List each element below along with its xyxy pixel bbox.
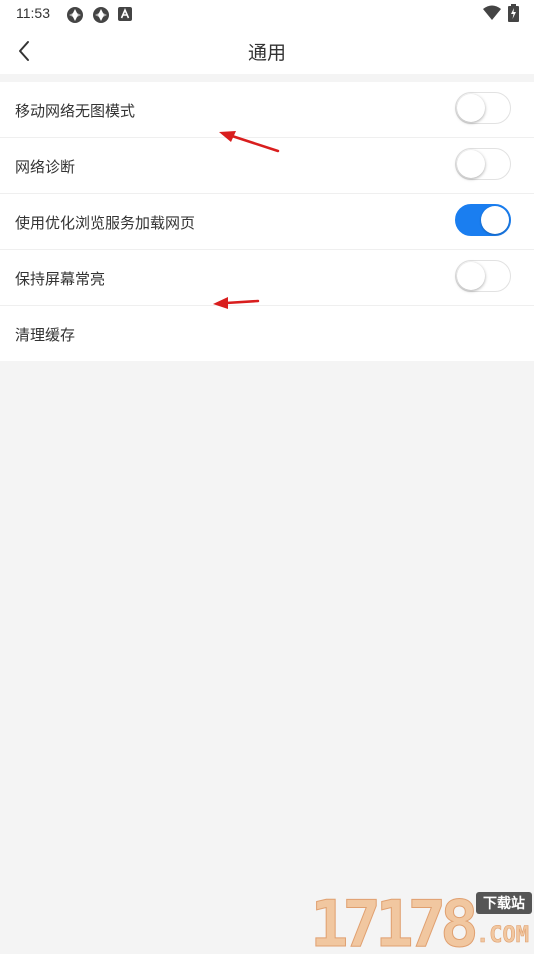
watermark-number: 17178: [310, 888, 475, 950]
setting-row-clear-cache[interactable]: 清理缓存: [0, 306, 534, 361]
setting-label: 清理缓存: [15, 326, 76, 344]
optimized-browsing-toggle[interactable]: [455, 204, 511, 236]
network-diagnosis-toggle[interactable]: [455, 148, 511, 180]
annotation-arrow-icon: [219, 131, 280, 153]
settings-list: 移动网络无图模式 网络诊断 使用优化浏览服务加载网页 保持屏幕常亮 清理缓存: [0, 82, 534, 361]
setting-label: 保持屏幕常亮: [15, 270, 106, 288]
status-bar: 11:53: [0, 0, 534, 28]
setting-label: 使用优化浏览服务加载网页: [15, 214, 196, 232]
app-notification-icon: [67, 7, 83, 23]
setting-row-keep-screen-on[interactable]: 保持屏幕常亮: [0, 250, 534, 306]
toggle-knob: [457, 150, 485, 178]
watermark-badge: 下载站: [483, 895, 525, 912]
app-notification-icon: [93, 7, 109, 23]
header: 通用: [0, 28, 534, 74]
status-time: 11:53: [16, 5, 50, 21]
no-image-mode-toggle[interactable]: [455, 92, 511, 124]
text-a-icon: [118, 7, 132, 21]
page-title: 通用: [247, 42, 286, 64]
keep-screen-on-toggle[interactable]: [455, 260, 511, 292]
battery-charging-icon: [508, 4, 519, 22]
annotation-arrow-icon: [213, 297, 260, 309]
watermark-logo: 17178 下载站 .COM: [308, 888, 534, 954]
setting-label: 网络诊断: [15, 158, 76, 176]
toggle-knob: [457, 262, 485, 290]
wifi-icon: [483, 5, 501, 20]
setting-row-optimized-browsing[interactable]: 使用优化浏览服务加载网页: [0, 194, 534, 250]
watermark-suffix: .COM: [476, 923, 529, 948]
setting-label: 移动网络无图模式: [15, 102, 136, 120]
toggle-knob: [457, 94, 485, 122]
toggle-knob: [481, 206, 509, 234]
